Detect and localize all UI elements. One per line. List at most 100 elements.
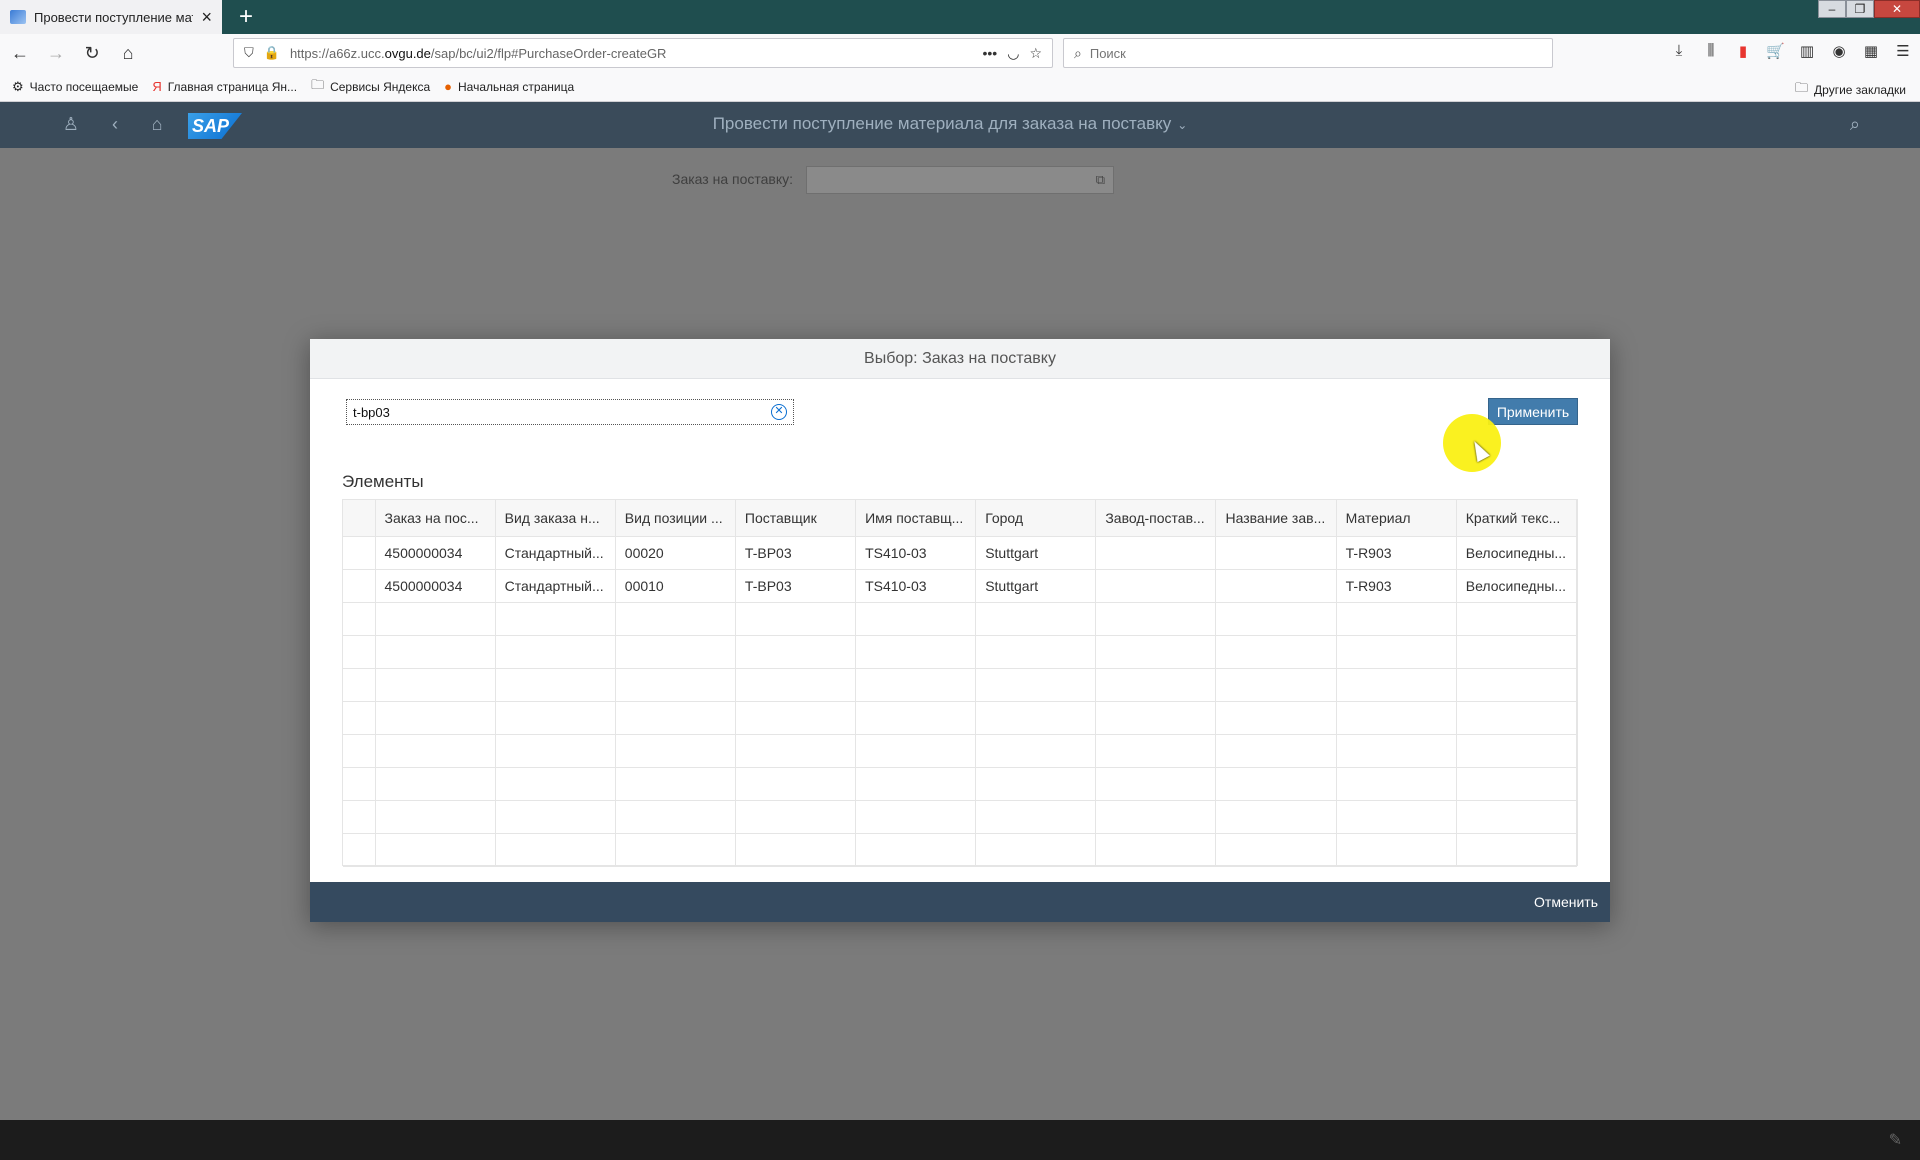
column-header[interactable]: Краткий текс... bbox=[1456, 500, 1578, 537]
column-header[interactable]: Завод-постав... bbox=[1095, 500, 1217, 537]
empty-table-row bbox=[343, 668, 1578, 702]
column-header[interactable]: Вид позиции ... bbox=[615, 500, 736, 537]
value-help-icon[interactable]: ⧉ bbox=[1096, 172, 1105, 188]
clear-icon[interactable]: ✕ bbox=[771, 404, 787, 420]
account-icon[interactable]: ◉ bbox=[1830, 42, 1848, 62]
bookmark-start-page[interactable]: ● Начальная страница bbox=[444, 79, 574, 94]
empty-cell bbox=[1095, 734, 1217, 768]
menu-icon[interactable]: ☰ bbox=[1894, 42, 1912, 62]
column-header[interactable]: Поставщик bbox=[735, 500, 857, 537]
forward-arrow-icon[interactable]: → bbox=[40, 37, 72, 69]
table-row[interactable]: 4500000034 Стандартный... 00020 T-BP03 T… bbox=[343, 536, 1578, 570]
empty-table-row bbox=[343, 635, 1578, 669]
empty-cell bbox=[615, 767, 736, 801]
reload-icon[interactable]: ↻ bbox=[76, 37, 108, 69]
edit-icon[interactable]: ✎ bbox=[1889, 1130, 1902, 1150]
new-tab-button[interactable]: + bbox=[232, 2, 260, 32]
column-header[interactable]: Материал bbox=[1336, 500, 1457, 537]
browser-tab-active[interactable]: Провести поступление матер × bbox=[0, 0, 222, 34]
empty-cell bbox=[495, 635, 616, 669]
shield-icon[interactable]: ⛉ bbox=[244, 45, 254, 61]
column-header[interactable]: Имя поставщ... bbox=[855, 500, 977, 537]
minimize-icon[interactable]: – bbox=[1818, 0, 1846, 18]
empty-cell bbox=[855, 602, 977, 636]
empty-cell bbox=[1336, 767, 1457, 801]
home-icon[interactable]: ⌂ bbox=[112, 37, 144, 69]
empty-cell bbox=[343, 701, 376, 735]
column-header[interactable]: Заказ на пос... bbox=[375, 500, 496, 537]
tab-title: Провести поступление матер bbox=[34, 9, 193, 25]
purchase-order-label: Заказ на поставку: bbox=[672, 171, 794, 187]
table-cell: 00010 bbox=[615, 569, 736, 603]
bookmark-other[interactable]: 🗀 Другие закладки bbox=[1795, 79, 1906, 101]
table-cell: TS410-03 bbox=[855, 536, 977, 570]
back-arrow-icon[interactable]: ← bbox=[4, 37, 36, 69]
browser-titlebar: Провести поступление матер × + – ❐ ✕ bbox=[0, 0, 1920, 34]
empty-cell bbox=[855, 833, 977, 867]
empty-cell bbox=[1095, 602, 1217, 636]
cancel-button[interactable]: Отменить bbox=[1534, 890, 1598, 914]
bookmark-most-visited[interactable]: ⚙ Часто посещаемые bbox=[12, 79, 138, 95]
sap-favicon-icon bbox=[10, 10, 26, 24]
column-header[interactable]: Вид заказа н... bbox=[495, 500, 616, 537]
empty-cell bbox=[1215, 800, 1337, 834]
lock-icon[interactable]: 🔒 bbox=[264, 45, 280, 61]
dialog-search-field[interactable]: ✕ bbox=[346, 399, 794, 425]
bookmark-yandex-home[interactable]: Я Главная страница Ян... bbox=[152, 79, 297, 94]
row-selector[interactable] bbox=[343, 536, 376, 570]
search-icon[interactable]: ⌕ bbox=[1850, 114, 1860, 135]
empty-cell bbox=[343, 668, 376, 702]
column-header[interactable]: Название зав... bbox=[1215, 500, 1337, 537]
empty-cell bbox=[1095, 833, 1217, 867]
empty-table-row bbox=[343, 734, 1578, 768]
empty-table-row bbox=[343, 701, 1578, 735]
empty-cell bbox=[735, 668, 857, 702]
table-cell bbox=[1215, 569, 1337, 603]
browser-search-input[interactable] bbox=[1089, 45, 1542, 61]
empty-cell bbox=[495, 602, 616, 636]
library-icon[interactable]: ⫼ bbox=[1702, 42, 1720, 62]
browser-navbar: ← → ↻ ⌂ ⛉ 🔒 https://a66z.ucc.ovgu.de/sap… bbox=[0, 34, 1920, 72]
sidebar-icon[interactable]: ▥ bbox=[1798, 42, 1816, 62]
table-row[interactable]: 4500000034 Стандартный... 00010 T-BP03 T… bbox=[343, 569, 1578, 603]
pocket-icon[interactable]: ◡ bbox=[1007, 45, 1019, 62]
empty-cell bbox=[975, 734, 1097, 768]
table-cell: TS410-03 bbox=[855, 569, 977, 603]
empty-cell bbox=[1456, 635, 1578, 669]
select-all-cell[interactable] bbox=[343, 500, 376, 537]
star-icon[interactable]: ☆ bbox=[1029, 45, 1042, 62]
row-selector[interactable] bbox=[343, 569, 376, 603]
empty-cell bbox=[1215, 701, 1337, 735]
yandex-icon: Я bbox=[152, 79, 162, 94]
window-close-icon[interactable]: ✕ bbox=[1874, 0, 1920, 18]
bookmark-flag-icon[interactable]: ▮ bbox=[1734, 42, 1752, 62]
purchase-order-input[interactable]: ⧉ bbox=[806, 166, 1114, 194]
empty-cell bbox=[495, 800, 616, 834]
close-icon[interactable]: × bbox=[201, 8, 212, 26]
empty-cell bbox=[1336, 668, 1457, 702]
dialog-search-input[interactable] bbox=[353, 403, 753, 421]
browser-search-box[interactable]: ⌕ bbox=[1063, 38, 1553, 68]
app-title[interactable]: Провести поступление материала для заказ… bbox=[0, 114, 1900, 134]
empty-cell bbox=[1215, 602, 1337, 636]
table-cell: T-BP03 bbox=[735, 536, 857, 570]
extensions-icon[interactable]: ▦ bbox=[1862, 42, 1880, 62]
download-icon[interactable]: ⤓ bbox=[1670, 42, 1688, 62]
url-bar[interactable]: ⛉ 🔒 https://a66z.ucc.ovgu.de/sap/bc/ui2/… bbox=[233, 38, 1053, 68]
empty-cell bbox=[735, 800, 857, 834]
apply-button[interactable]: Применить bbox=[1488, 398, 1578, 425]
table-cell: 4500000034 bbox=[375, 569, 496, 603]
firefox-icon: ● bbox=[444, 79, 453, 94]
cart-icon[interactable]: 🛒 bbox=[1766, 42, 1785, 62]
url-text[interactable]: https://a66z.ucc.ovgu.de/sap/bc/ui2/flp#… bbox=[290, 46, 973, 61]
table-cell: Stuttgart bbox=[975, 536, 1097, 570]
bookmark-yandex-services[interactable]: 🗀 Сервисы Яндекса bbox=[311, 76, 430, 98]
more-dots-icon[interactable]: ••• bbox=[983, 45, 998, 61]
empty-table-row bbox=[343, 767, 1578, 801]
restore-icon[interactable]: ❐ bbox=[1846, 0, 1874, 18]
window-controls: – ❐ ✕ bbox=[1818, 0, 1920, 18]
empty-cell bbox=[1456, 800, 1578, 834]
table-cell: T-BP03 bbox=[735, 569, 857, 603]
column-header[interactable]: Город bbox=[975, 500, 1097, 537]
table-cell: Велосипедны... bbox=[1456, 536, 1578, 570]
